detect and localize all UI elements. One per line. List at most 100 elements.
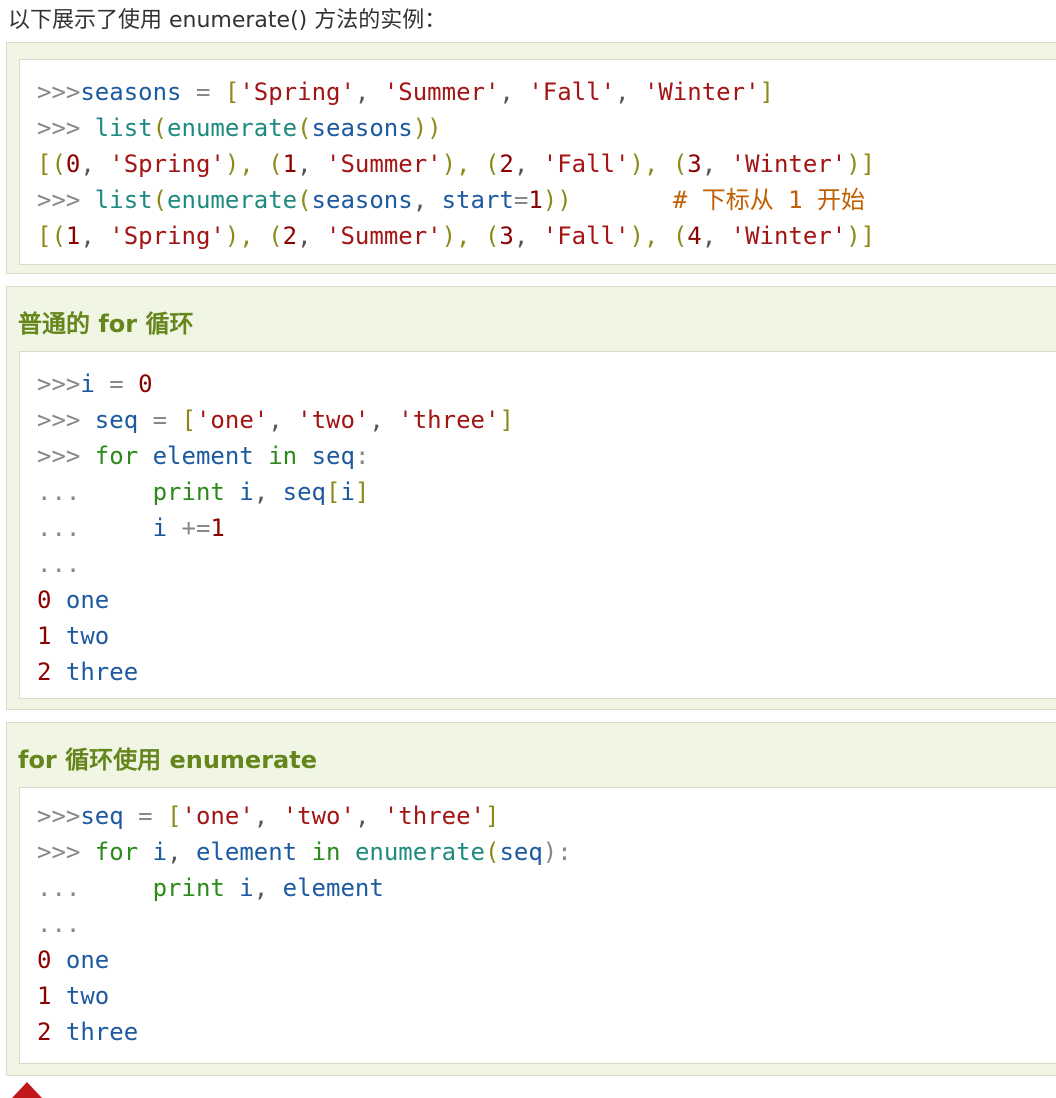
- code-line: ... print i, element: [37, 870, 1056, 906]
- code-token: list: [94, 186, 153, 214]
- code-token: [: [181, 406, 196, 434]
- code-token: ]: [499, 406, 514, 434]
- code-token: =: [94, 370, 139, 398]
- code-line: 0 one: [37, 582, 1056, 618]
- code-token: ,: [701, 222, 731, 250]
- code-token: =: [138, 406, 182, 434]
- example-title-3: for 循环使用 enumerate: [18, 746, 317, 774]
- code-token: ):: [542, 838, 572, 866]
- code-token: 'Spring': [109, 150, 225, 178]
- code-token: ,: [253, 478, 283, 506]
- code-token: ,: [297, 222, 327, 250]
- code-token: [: [326, 478, 341, 506]
- code-token: ,: [513, 150, 543, 178]
- code-token: 'Fall': [542, 222, 630, 250]
- code-token: ...: [37, 550, 81, 578]
- code-token: ,: [297, 150, 327, 178]
- code-token: ,: [499, 78, 529, 106]
- example-title-2: 普通的 for 循环: [18, 310, 194, 338]
- code-token: >>>: [37, 802, 81, 830]
- code-token: ...: [37, 910, 81, 938]
- example-box-3: for 循环使用 enumerate >>>seq = ['one', 'two…: [6, 722, 1056, 1076]
- code-token: ,: [167, 838, 196, 866]
- code-token: seq: [311, 442, 355, 470]
- code-token: print: [152, 478, 225, 506]
- code-token: 3: [687, 150, 702, 178]
- code-token: ), (: [629, 222, 688, 250]
- code-token: =: [123, 802, 168, 830]
- code-token: 4: [687, 222, 702, 250]
- code-token: ,: [513, 222, 543, 250]
- code-token: i: [239, 478, 254, 506]
- code-token: two: [65, 622, 110, 650]
- code-line: >>> list(enumerate(seasons)): [37, 110, 1056, 146]
- code-token: 'three': [398, 406, 500, 434]
- code-token: ]: [759, 78, 774, 106]
- code-token: i: [239, 874, 254, 902]
- code-token: >>>: [37, 406, 95, 434]
- code-token: ,: [253, 874, 283, 902]
- code-token: element: [282, 874, 384, 902]
- code-token: 'Spring': [109, 222, 225, 250]
- code-token: )]: [846, 222, 876, 250]
- code-token: 'Winter': [643, 78, 760, 106]
- code-token: ,: [253, 802, 283, 830]
- code-token: ), (: [629, 150, 688, 178]
- code-line: ...: [37, 546, 1056, 582]
- code-token: 1: [65, 222, 81, 250]
- code-token: >>>: [37, 114, 95, 142]
- code-token: in: [268, 442, 298, 470]
- code-token: 'Summer': [326, 222, 442, 250]
- code-line: ... i +=1: [37, 510, 1056, 546]
- code-line: >>>i = 0: [37, 366, 1056, 402]
- code-token: )): [542, 186, 572, 214]
- code-token: for: [94, 838, 139, 866]
- code-token: (: [484, 838, 500, 866]
- code-token: ...: [37, 874, 153, 902]
- code-token: three: [65, 1018, 139, 1046]
- code-token: ,: [354, 802, 384, 830]
- code-line: >>>seq = ['one', 'two', 'three']: [37, 798, 1056, 834]
- code-token: )]: [846, 150, 876, 178]
- code-token: seasons: [80, 78, 182, 106]
- code-token: one: [65, 586, 110, 614]
- code-line: 0 one: [37, 942, 1056, 978]
- code-token: 2: [37, 1018, 52, 1046]
- code-token: i: [152, 838, 168, 866]
- code-token: 'Fall': [528, 78, 616, 106]
- code-token: 1: [210, 514, 225, 542]
- code-token: 'Summer': [383, 78, 500, 106]
- code-token: i: [80, 370, 95, 398]
- code-line: >>>seasons = ['Spring', 'Summer', 'Fall'…: [37, 74, 1056, 110]
- code-line: >>> for element in seq:: [37, 438, 1056, 474]
- code-token: (: [152, 114, 168, 142]
- code-token: ,: [369, 406, 399, 434]
- code-token: seasons: [311, 114, 413, 142]
- code-token: enumerate: [167, 114, 298, 142]
- code-token: 'three': [383, 802, 485, 830]
- code-token: enumerate: [167, 186, 298, 214]
- code-token: 0: [37, 946, 52, 974]
- code-token: >>>: [37, 442, 95, 470]
- code-token: 'two': [297, 406, 370, 434]
- code-token: seq: [282, 478, 327, 506]
- code-token: ,: [268, 406, 298, 434]
- code-token: =: [181, 78, 225, 106]
- code-token: (: [297, 114, 312, 142]
- code-token: 'two': [282, 802, 355, 830]
- code-token: 'Winter': [730, 150, 847, 178]
- code-token: 1: [37, 982, 52, 1010]
- code-token: one: [65, 946, 110, 974]
- code-line: 1 two: [37, 978, 1056, 1014]
- code-token: 2: [499, 150, 514, 178]
- code-token: seq: [80, 802, 124, 830]
- code-token: element: [152, 442, 254, 470]
- code-token: ,: [615, 78, 644, 106]
- code-token: ), (: [224, 222, 283, 250]
